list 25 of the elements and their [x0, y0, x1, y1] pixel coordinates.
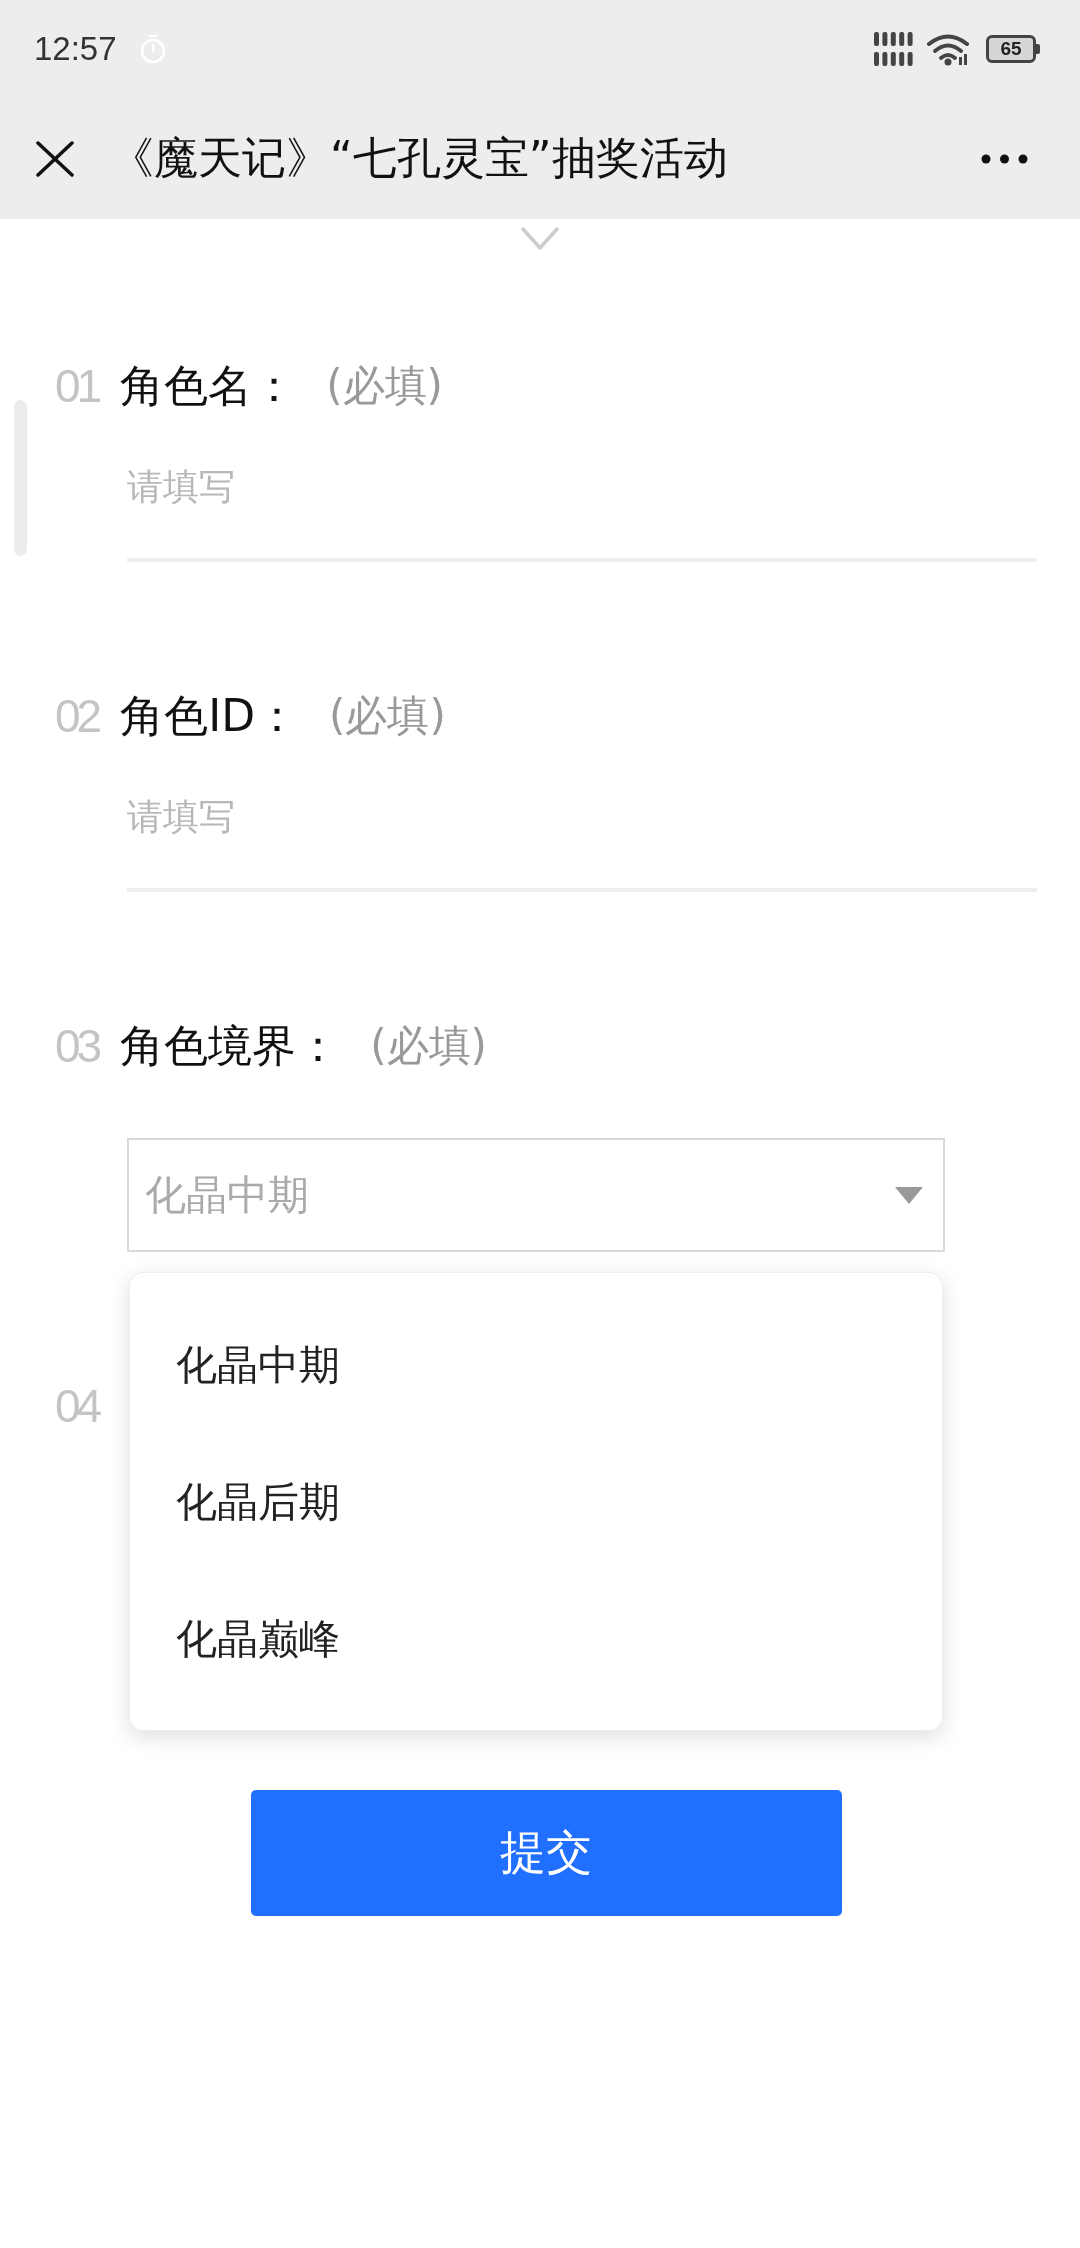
page-title: 《魔天记》“七孔灵宝”抽奖活动 [110, 131, 729, 185]
dropdown-option[interactable]: 化晶巅峰 [130, 1571, 942, 1708]
question-label: 角色ID： [120, 689, 300, 743]
wifi-icon [926, 32, 970, 66]
question-label: 角色名： [120, 359, 297, 413]
question-number: 02 [55, 689, 99, 744]
text-input-field[interactable]: 请填写 [127, 452, 1037, 562]
question-number: 04 [55, 1379, 99, 1434]
question-number: 01 [55, 359, 99, 414]
text-input-field[interactable]: 请填写 [127, 782, 1037, 892]
caret-icon [895, 1186, 923, 1204]
required-note: (必填) [326, 360, 443, 412]
battery-indicator: 65 [986, 35, 1040, 63]
submit-button[interactable]: 提交 [250, 1790, 842, 1916]
dropdown-option[interactable]: 化晶中期 [130, 1297, 942, 1434]
question-number: 03 [55, 1019, 99, 1074]
required-note: (必填) [329, 690, 446, 742]
dropdown-option[interactable]: 化晶后期 [130, 1434, 942, 1571]
required-note: (必填) [370, 1020, 487, 1072]
signal-icon [874, 32, 914, 66]
chevron-down-icon [521, 227, 559, 251]
status-time: 12:57 [34, 30, 117, 68]
more-icon[interactable] [981, 153, 1028, 164]
question-label: 角色境界： [120, 1019, 341, 1073]
close-icon[interactable] [36, 140, 74, 177]
